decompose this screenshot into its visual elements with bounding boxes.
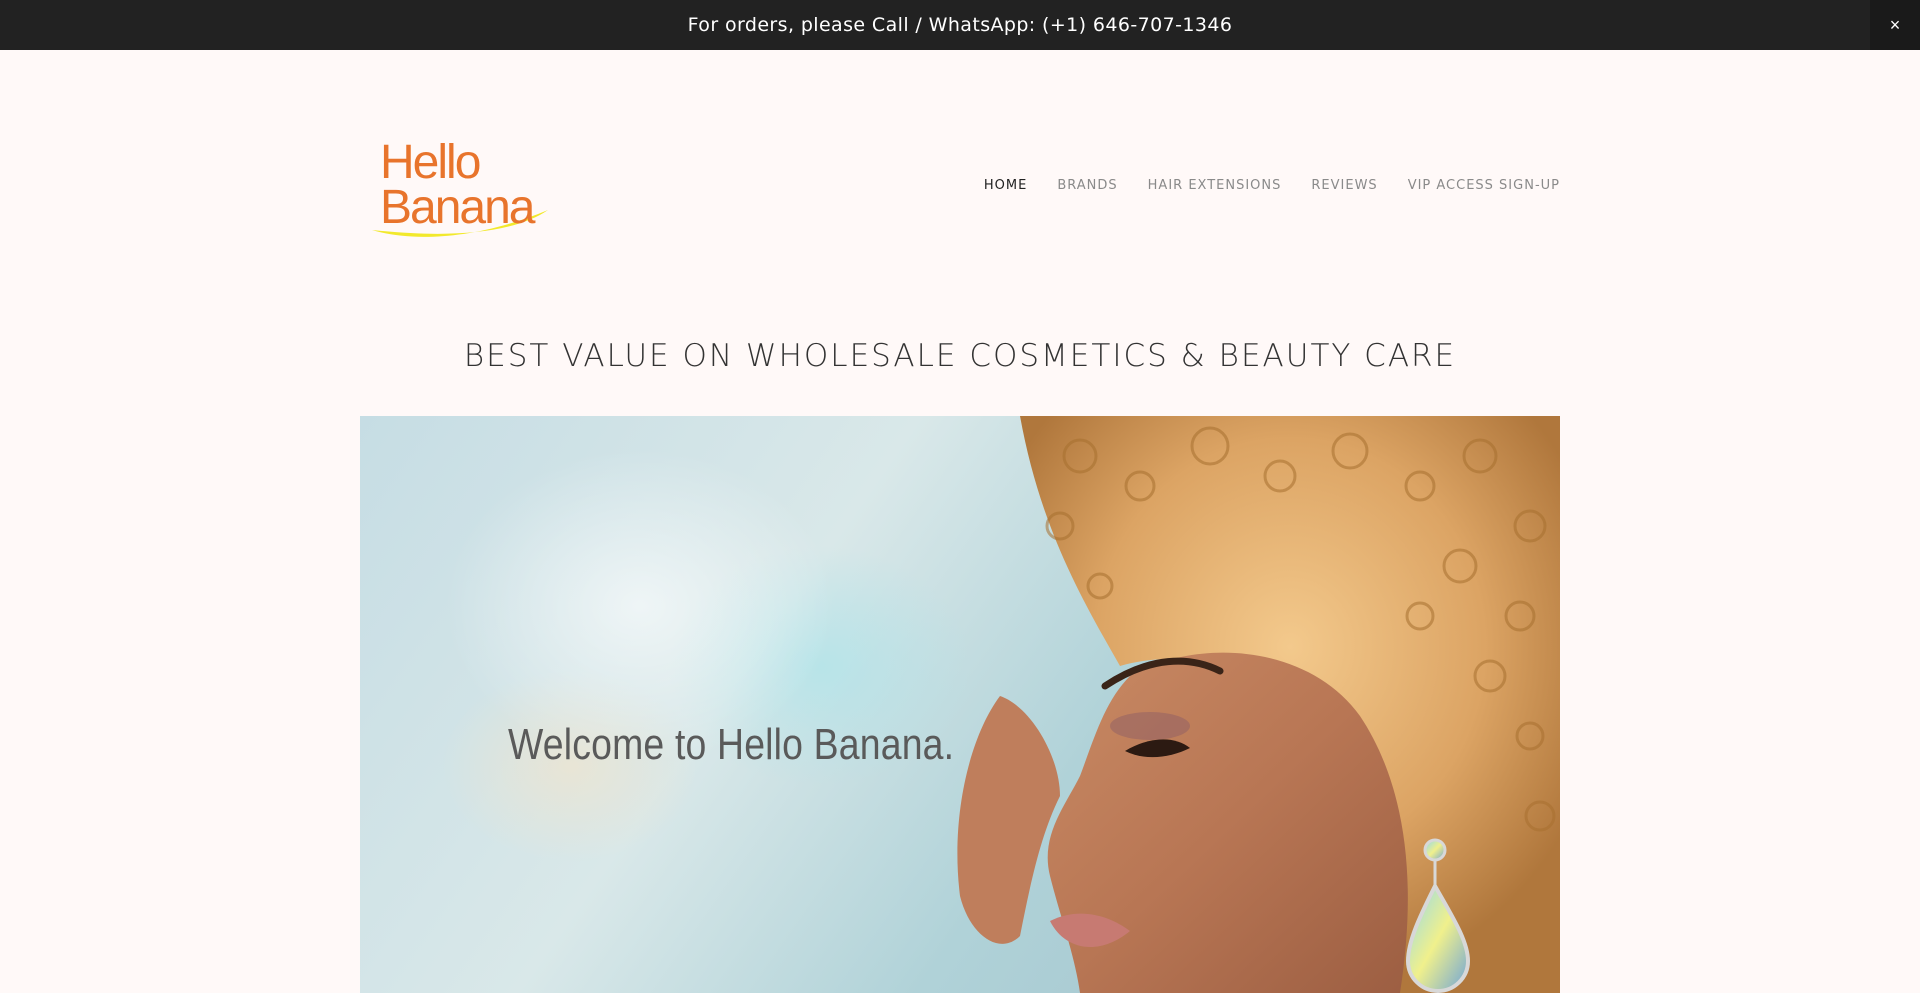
hero-model-image [957,416,1560,993]
logo-text-banana: Banana [380,181,536,234]
nav-home[interactable]: HOME [984,176,1027,196]
hero-banner: Welcome to Hello Banana. [360,416,1560,993]
announcement-bar: For orders, please Call / WhatsApp: (+1)… [0,0,1920,50]
nav-reviews[interactable]: REVIEWS [1311,176,1377,196]
close-announcement-button[interactable]: × [1870,0,1920,50]
earring-stud [1423,838,1447,862]
nav-hair-extensions[interactable]: HAIR EXTENSIONS [1148,176,1282,196]
page-tagline: BEST VALUE ON WHOLESALE COSMETICS & BEAU… [463,338,1457,374]
announcement-text: For orders, please Call / WhatsApp: (+1)… [687,14,1233,36]
hero-heading: Welcome to Hello Banana. [508,720,955,769]
hand-shape [957,696,1060,944]
hello-banana-logo: Hello Banana [372,136,548,237]
eyeshadow [1110,712,1190,740]
nav-brands[interactable]: BRANDS [1057,176,1117,196]
logo-link[interactable]: Hello Banana [366,132,552,242]
nav-vip-access-signup[interactable]: VIP ACCESS SIGN-UP [1408,176,1560,196]
main-nav: HOME BRANDS HAIR EXTENSIONS REVIEWS VIP … [984,176,1560,196]
